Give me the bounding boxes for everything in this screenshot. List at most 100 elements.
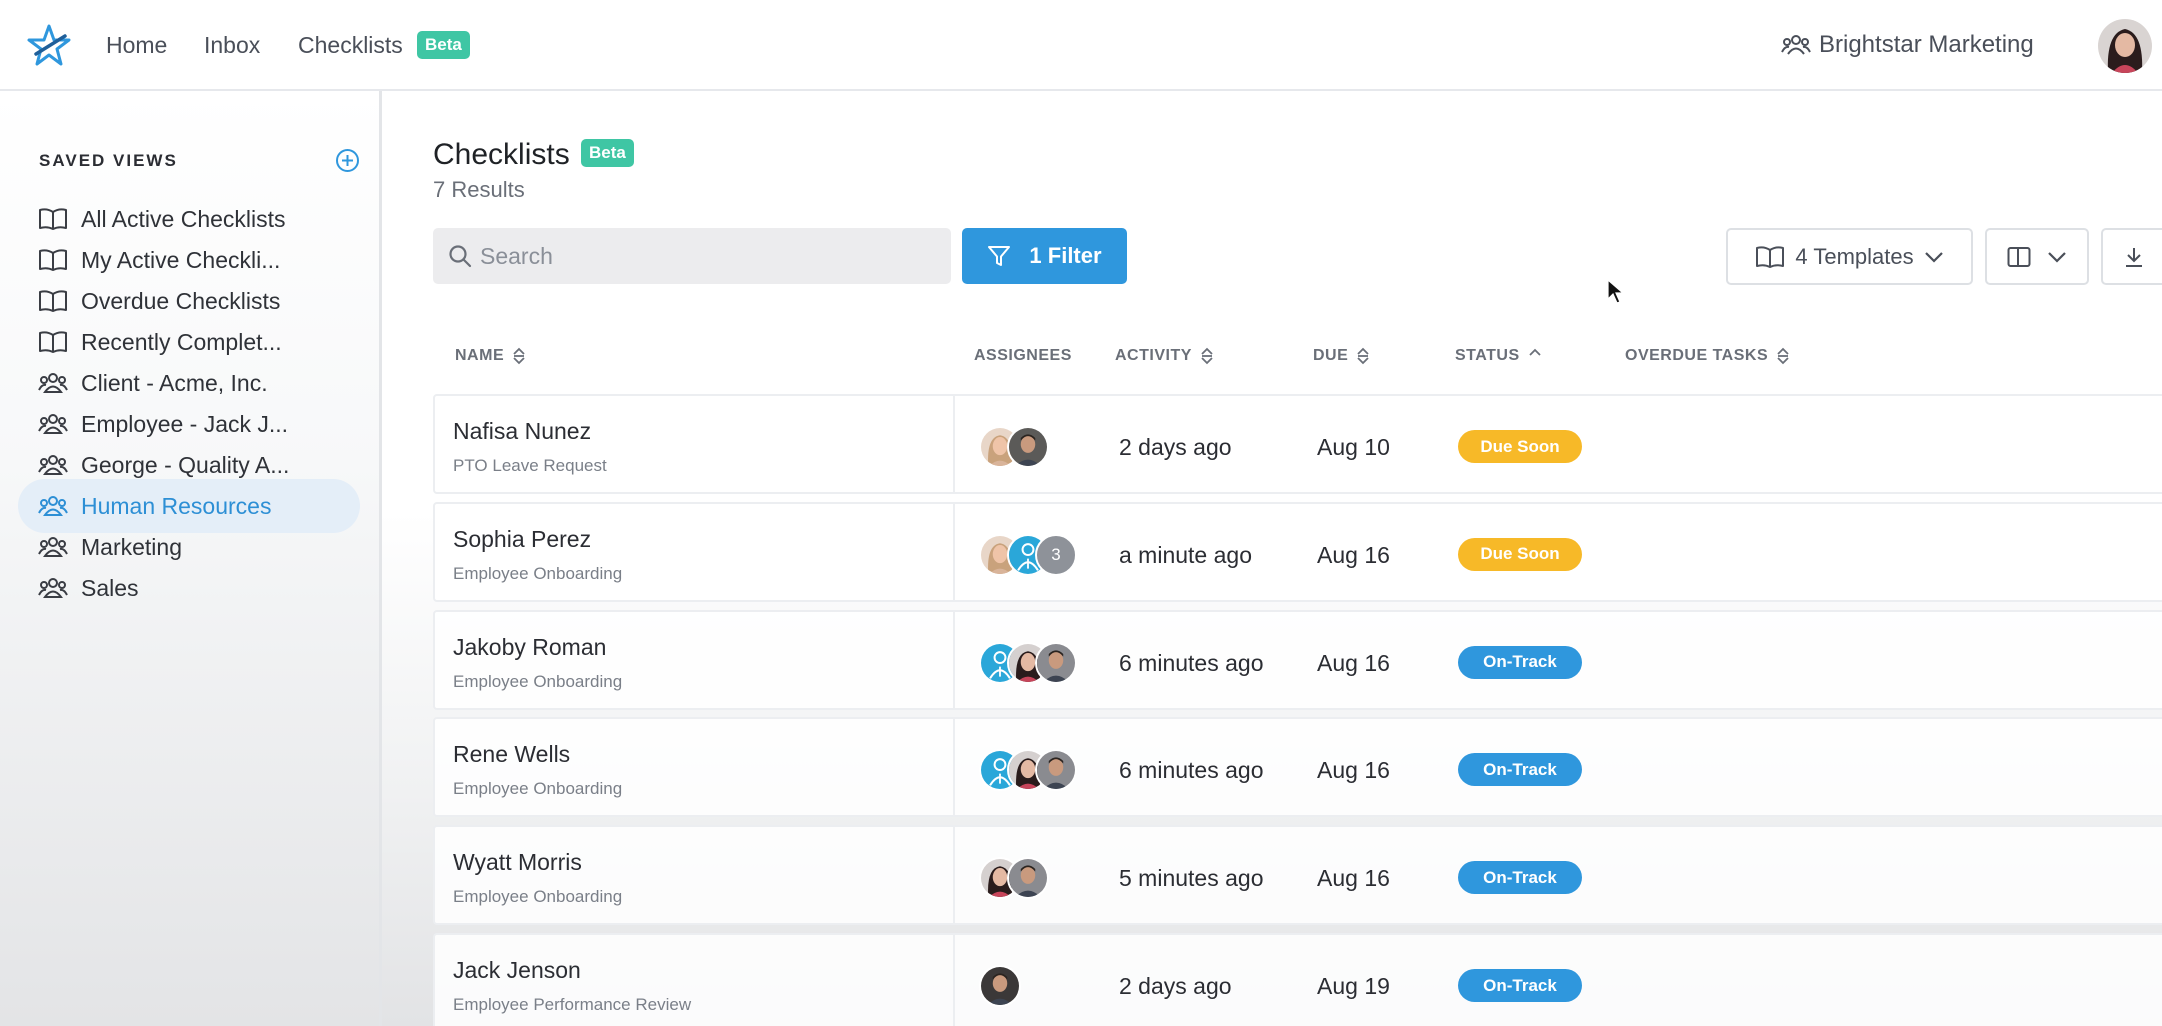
nav-home-link[interactable]: Home [106,30,167,60]
search-placeholder: Search [480,242,553,269]
assignee-avatar[interactable] [1035,749,1077,792]
main-content: Checklists Beta 7 Results Search 1 Filte… [382,91,2162,1026]
sort-icon [1777,347,1789,365]
users-icon [38,496,68,516]
table-row[interactable]: Jakoby Roman Employee Onboarding 6 minutes… [433,609,2162,710]
users-icon [38,537,68,557]
column-header-status[interactable]: STATUS [1455,347,1542,365]
sidebar-item-sales[interactable]: Sales [18,561,360,615]
row-divider [953,719,955,816]
due-date: Aug 19 [1317,973,1390,999]
assignee-avatar[interactable] [1007,426,1049,468]
users-icon [1781,35,1811,55]
book-icon [39,208,67,230]
assignees-group: 3 [979,533,1077,578]
download-button[interactable] [2101,228,2162,285]
column-header-overdue-tasks[interactable]: OVERDUE TASKS [1625,347,1790,365]
sort-ascending-icon [1528,348,1541,356]
columns-dropdown[interactable] [1985,228,2089,285]
sidebar-item-label: Recently Complet... [81,328,282,355]
activity-time: 2 days ago [1119,434,1232,460]
column-header-activity[interactable]: ACTIVITY [1115,347,1214,365]
nav-checklists-link[interactable]: Checklists [298,30,403,60]
templates-dropdown[interactable]: 4 Templates [1726,228,1973,285]
checklist-template: Employee Onboarding [453,887,623,907]
nav-inbox-link[interactable]: Inbox [204,30,260,60]
status-badge: Due Soon [1458,537,1582,571]
sort-icon [513,347,525,365]
add-view-icon[interactable] [335,148,360,173]
filter-button[interactable]: 1 Filter [962,228,1127,284]
checklist-name[interactable]: Nafisa Nunez [453,418,591,445]
activity-time: 6 minutes ago [1119,757,1264,784]
sort-icon [1201,347,1213,365]
users-icon [38,373,68,393]
checklist-template: Employee Performance Review [453,995,692,1014]
search-input[interactable]: Search [433,228,951,284]
checklist-name[interactable]: Wyatt Morris [453,849,582,876]
checklist-name[interactable]: Sophia Perez [453,526,591,553]
activity-time: 5 minutes ago [1119,865,1264,892]
nav-beta-badge: Beta [417,31,470,59]
users-icon [38,455,68,475]
sidebar-item-label: Sales [81,574,139,601]
filter-label: 1 Filter [1029,243,1102,268]
row-divider [953,503,955,600]
column-header-due[interactable]: DUE [1313,347,1370,365]
column-header-activity-label: ACTIVITY [1115,347,1192,364]
table-row[interactable]: Nafisa Nunez PTO Leave Request 2 days ago A… [433,394,2162,494]
due-date: Aug 16 [1317,649,1390,676]
search-icon [449,245,472,268]
checklist-name[interactable]: Rene Wells [453,741,570,768]
book-icon [39,249,67,271]
checklist-template: Employee Onboarding [453,779,623,799]
sort-icon [1357,347,1369,365]
sidebar-item-label: Human Resources [81,492,272,519]
due-date: Aug 16 [1317,865,1390,892]
table-row[interactable]: Jack Jenson Employee Performance Review 2 … [433,933,2162,1026]
page-title: Checklists [433,138,570,171]
checklist-name[interactable]: Jack Jenson [453,957,581,984]
columns-icon [2007,246,2031,267]
assignee-extra-count[interactable]: 3 [1035,533,1077,576]
chevron-down-icon [1924,251,1943,263]
sidebar-item-label: Client - Acme, Inc. [81,369,268,396]
checklist-name[interactable]: Jakoby Roman [453,634,606,661]
status-badge: Due Soon [1458,430,1582,463]
row-divider [953,935,955,1026]
table-row[interactable]: Rene Wells Employee Onboarding 6 minutes a… [433,717,2162,818]
sidebar-item-label: Employee - Jack J... [81,410,289,437]
column-header-name[interactable]: NAME [455,347,526,365]
status-badge: On-Track [1458,861,1582,895]
users-icon [38,414,68,434]
sidebar: SAVED VIEWS All Active Checklists My Acti… [0,91,382,1026]
user-avatar[interactable] [2098,19,2152,73]
column-header-status-label: STATUS [1455,347,1520,364]
assignees-group [979,641,1077,686]
sidebar-item-label: George - Quality A... [81,451,290,478]
sidebar-item-label: Marketing [81,533,182,560]
row-divider [953,827,955,924]
table-row[interactable]: Sophia Perez Employee Onboarding 3 a minute… [433,501,2162,602]
assignees-group [979,965,1021,1009]
table-row[interactable]: Wyatt Morris Employee Onboarding 5 minutes… [433,825,2162,926]
download-icon [2126,247,2142,267]
activity-time: a minute ago [1119,541,1252,568]
assignee-avatar[interactable] [1035,641,1077,684]
activity-time: 6 minutes ago [1119,649,1264,676]
saved-views-heading: SAVED VIEWS [39,151,178,170]
column-header-assignees-label: ASSIGNEES [974,347,1072,364]
results-count: 7 Results [433,177,525,202]
assignee-avatar[interactable] [1007,857,1049,900]
filter-icon [988,246,1011,266]
organization-switcher[interactable]: Brightstar Marketing [1781,30,2034,60]
sidebar-item-label: My Active Checkli... [81,246,281,273]
users-icon [38,578,68,598]
assignees-group [979,426,1049,470]
assignee-avatar[interactable] [979,965,1021,1007]
page-beta-badge: Beta [581,139,634,167]
column-header-due-label: DUE [1313,347,1349,364]
column-header-name-label: NAME [455,347,505,364]
activity-time: 2 days ago [1119,973,1232,999]
logo-star-icon[interactable] [27,24,71,66]
